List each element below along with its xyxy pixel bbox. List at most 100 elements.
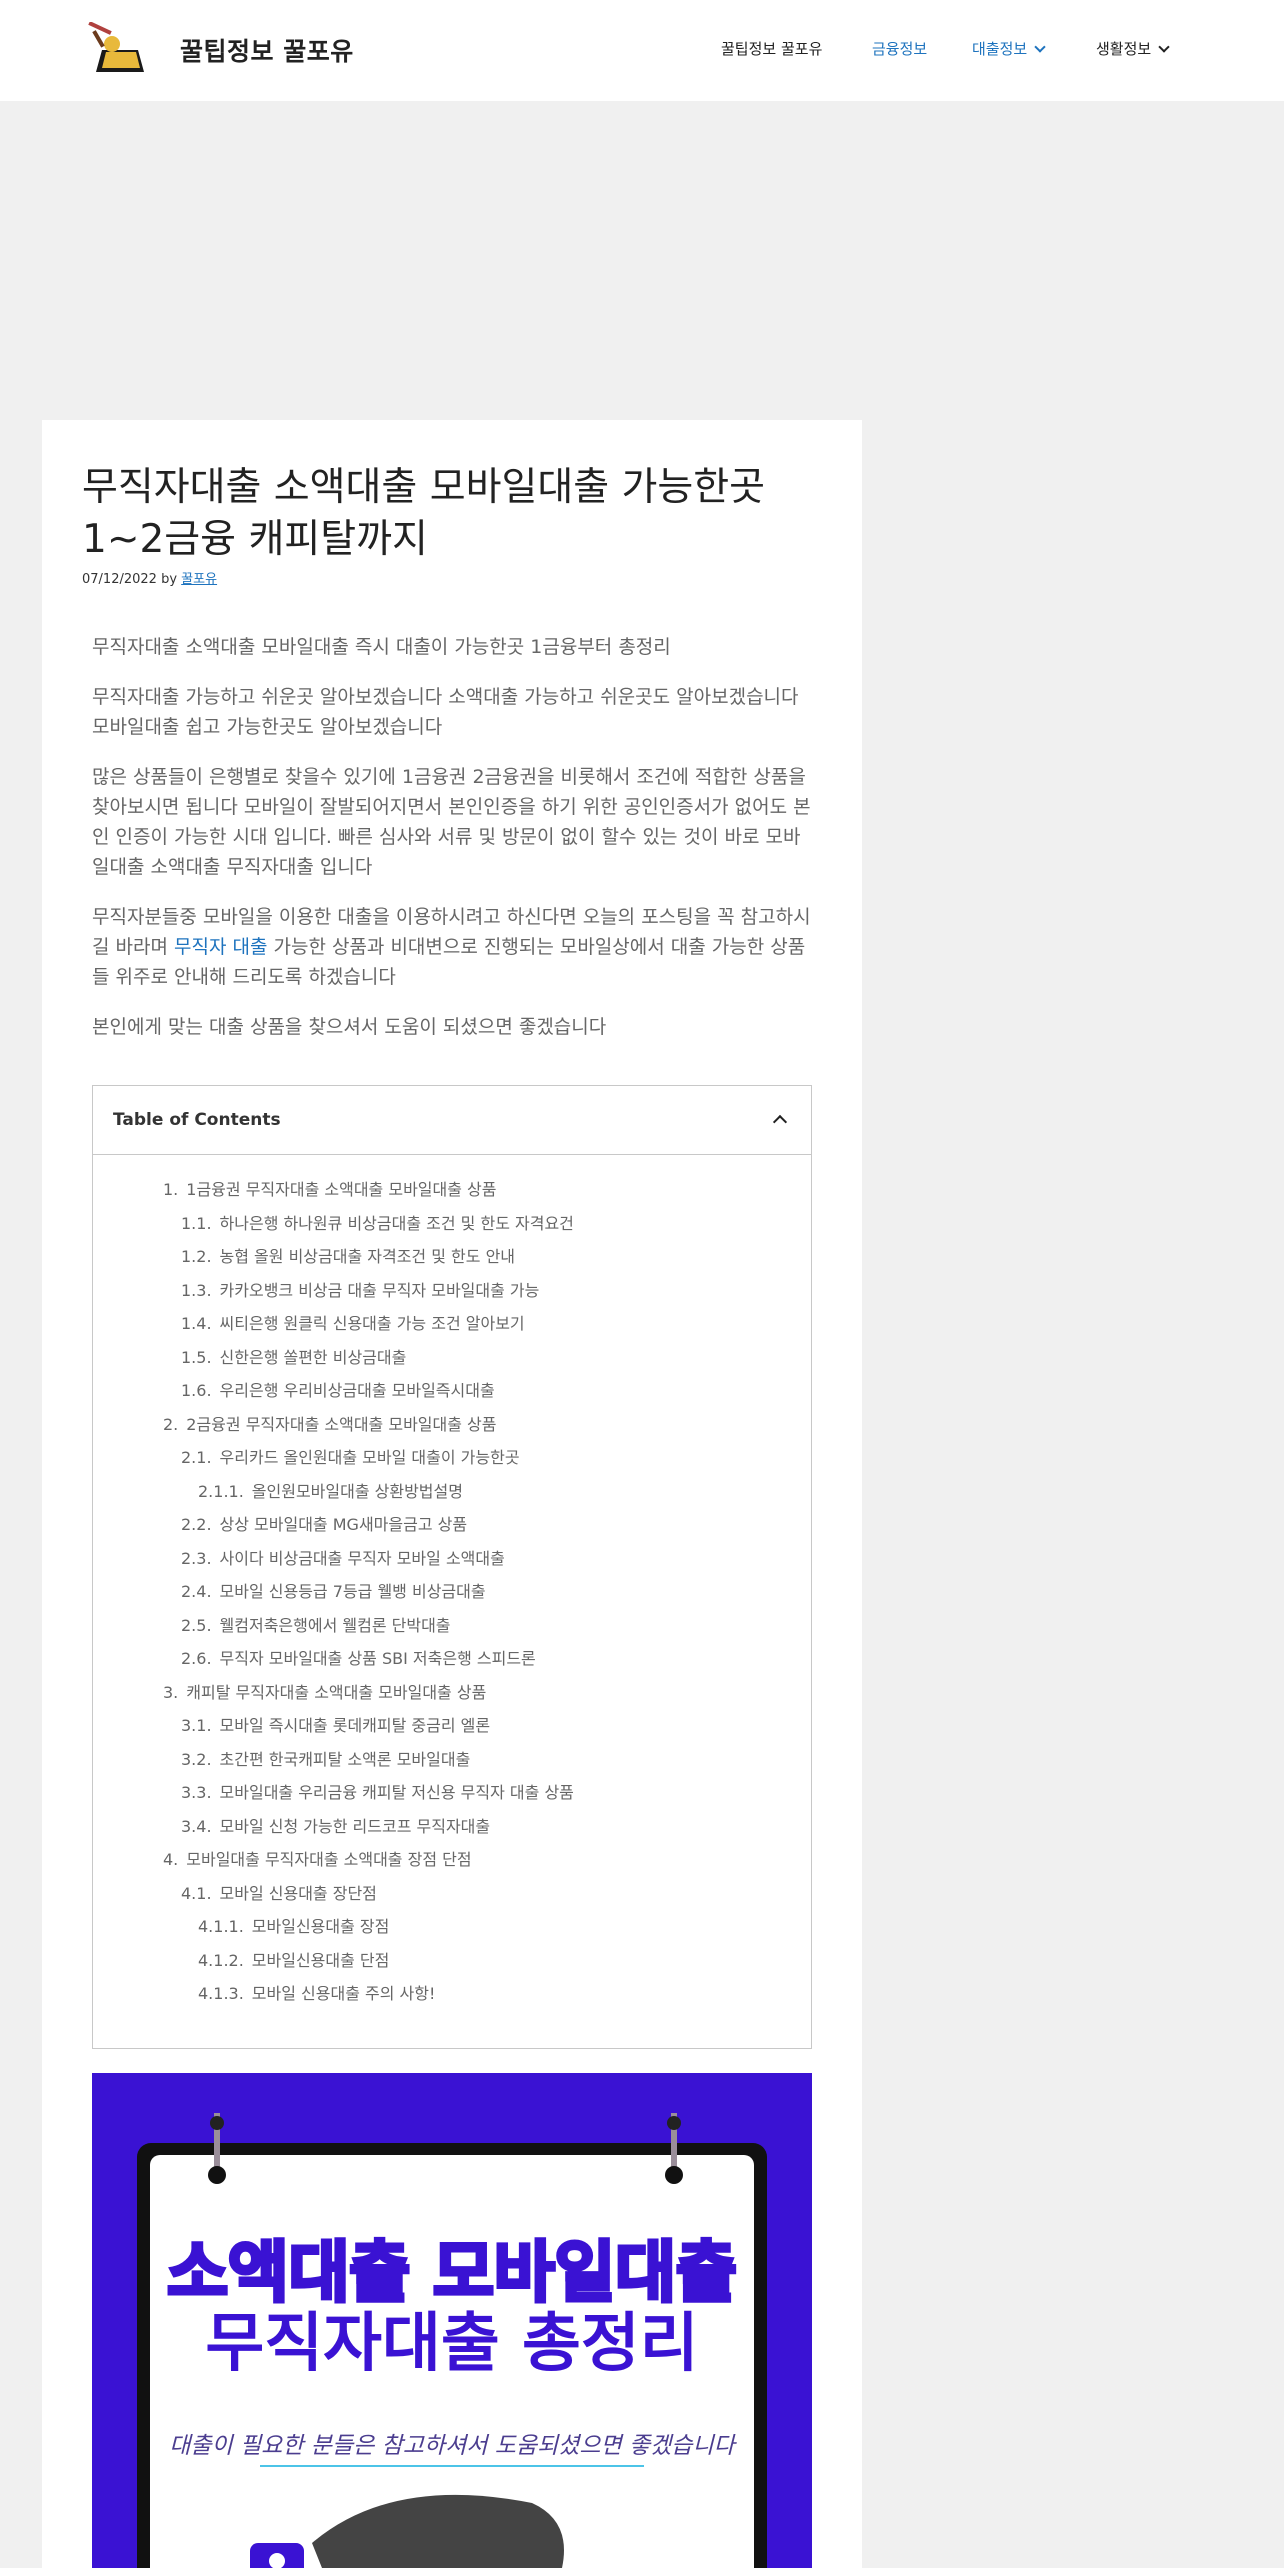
toc-item[interactable]: 2.1. 우리카드 올인원대출 모바일 대출이 가능한곳 bbox=[181, 1444, 520, 1468]
paragraph-5: 본인에게 맞는 대출 상품을 찾으셔서 도움이 되셨으면 좋겠습니다 bbox=[92, 1016, 607, 1038]
toc-item-number: 4.1.3. bbox=[198, 1984, 244, 2003]
toc-item-number: 2.5. bbox=[181, 1615, 212, 1635]
toc-item[interactable]: 2.4. 모바일 신용등급 7등급 웰뱅 비상금대출 bbox=[181, 1578, 486, 1602]
toc-item-number: 2.2. bbox=[181, 1515, 212, 1534]
toc-item-label: 모바일 즉시대출 롯데캐피탈 중금리 엘론 bbox=[219, 1716, 491, 1735]
nav-item-label: 대출정보 bbox=[972, 40, 1028, 58]
nav-item-label: 금융정보 bbox=[872, 40, 928, 58]
toc-item-number: 3. bbox=[163, 1682, 179, 1702]
loan-link[interactable]: 무직자 대출 bbox=[174, 936, 267, 958]
nav-item-life[interactable]: 생활정보 bbox=[1096, 38, 1170, 59]
toc-item[interactable]: 3.4. 모바일 신청 가능한 리드코프 무직자대출 bbox=[181, 1813, 490, 1837]
nav-item-finance[interactable]: 금융정보 bbox=[872, 38, 927, 59]
toc-item-label: 모바일 신용대출 장단점 bbox=[219, 1883, 377, 1903]
toc-item-number: 4.1. bbox=[181, 1883, 212, 1903]
toc-item-number: 3.2. bbox=[181, 1749, 212, 1769]
toc-item-number: 2.3. bbox=[181, 1548, 212, 1568]
toc-item[interactable]: 4.1. 모바일 신용대출 장단점 bbox=[181, 1880, 377, 1904]
toc-item-label: 모바일대출 우리금융 캐피탈 저신용 무직자 대출 상품 bbox=[219, 1783, 574, 1802]
article-title: 무직자대출 소액대출 모바일대출 가능한곳 1~2금융 캐피탈까지 bbox=[82, 465, 766, 562]
toc-item[interactable]: 2.3. 사이다 비상금대출 무직자 모바일 소액대출 bbox=[181, 1545, 505, 1569]
toc-item-label: 모바일 신용등급 7등급 웰뱅 비상금대출 bbox=[219, 1582, 486, 1601]
toc-header[interactable]: Table of Contents bbox=[93, 1086, 811, 1155]
toc-item[interactable]: 1.6. 우리은행 우리비상금대출 모바일즉시대출 bbox=[181, 1377, 495, 1401]
toc-item-number: 1.3. bbox=[181, 1280, 212, 1300]
toc-item-number: 2.6. bbox=[181, 1649, 212, 1668]
chevron-up-icon[interactable] bbox=[769, 1108, 791, 1130]
toc-item[interactable]: 3.2. 초간편 한국캐피탈 소액론 모바일대출 bbox=[181, 1746, 470, 1770]
toc-item[interactable]: 2. 2금융권 무직자대출 소액대출 모바일대출 상품 bbox=[163, 1411, 496, 1435]
author-link[interactable]: 꿀포유 bbox=[181, 572, 217, 587]
toc-item[interactable]: 3. 캐피탈 무직자대출 소액대출 모바일대출 상품 bbox=[163, 1679, 486, 1703]
featured-image: 소액대출 모바일대출 무직자대출 총정리 대출이 필요한 분들은 참고하셔서 도… bbox=[92, 2073, 812, 2568]
toc-item-label: 웰컴저축은행에서 웰컴론 단박대출 bbox=[219, 1615, 451, 1635]
toc-item-number: 1.2. bbox=[181, 1247, 212, 1266]
toc-item-label: 상상 모바일대출 MG새마을금고 상품 bbox=[219, 1515, 468, 1534]
toc-item[interactable]: 1. 1금융권 무직자대출 소액대출 모바일대출 상품 bbox=[163, 1176, 496, 1200]
toc-item-label: 모바일신용대출 장점 bbox=[251, 1917, 390, 1936]
toc-item-label: 캐피탈 무직자대출 소액대출 모바일대출 상품 bbox=[186, 1682, 487, 1702]
toc-item-label: 사이다 비상금대출 무직자 모바일 소액대출 bbox=[219, 1548, 505, 1568]
paragraph-4: 무직자분들중 모바일을 이용한 대출을 이용하시려고 하신다면 오늘의 포스팅을… bbox=[92, 902, 812, 992]
paragraph-1: 무직자대출 소액대출 모바일대출 즉시 대출이 가능한곳 1금융부터 총정리 bbox=[92, 636, 671, 658]
post-by: by bbox=[161, 572, 178, 587]
toc-item[interactable]: 2.1.1. 올인원모바일대출 상환방법설명 bbox=[198, 1478, 463, 1502]
toc-item-number: 4.1.1. bbox=[198, 1917, 244, 1936]
nav-item-label: 생활정보 bbox=[1096, 40, 1152, 58]
chevron-down-icon[interactable] bbox=[1158, 41, 1170, 53]
toc-item-number: 1. bbox=[163, 1180, 179, 1199]
chevron-down-icon[interactable] bbox=[1034, 41, 1046, 53]
toc-item[interactable]: 2.5. 웰컴저축은행에서 웰컴론 단박대출 bbox=[181, 1612, 451, 1636]
paragraph-2: 무직자대출 가능하고 쉬운곳 알아보겠습니다 소액대출 가능하고 쉬운곳도 알아… bbox=[92, 686, 799, 738]
nav-item-loan[interactable]: 대출정보 bbox=[972, 38, 1046, 59]
toc-item-number: 2.1. bbox=[181, 1448, 212, 1467]
nav-item-label: 꿀팁정보 꿀포유 bbox=[721, 40, 823, 58]
toc-item-label: 카카오뱅크 비상금 대출 무직자 모바일대출 가능 bbox=[219, 1280, 540, 1300]
toc-item-label: 모바일신용대출 단점 bbox=[251, 1950, 390, 1970]
featured-line-1: 소액대출 모바일대출 bbox=[167, 2234, 736, 2311]
toc-item[interactable]: 3.3. 모바일대출 우리금융 캐피탈 저신용 무직자 대출 상품 bbox=[181, 1779, 574, 1803]
toc-item-number: 2. bbox=[163, 1414, 179, 1434]
toc-item[interactable]: 1.3. 카카오뱅크 비상금 대출 무직자 모바일대출 가능 bbox=[181, 1277, 539, 1301]
toc-item-number: 3.4. bbox=[181, 1816, 212, 1836]
logo-icon[interactable] bbox=[86, 21, 150, 78]
featured-image-graphic: 소액대출 모바일대출 무직자대출 총정리 대출이 필요한 분들은 참고하셔서 도… bbox=[92, 2073, 812, 2568]
featured-line-3: 대출이 필요한 분들은 참고하셔서 도움되셨으면 좋겠습니다 bbox=[169, 2433, 737, 2459]
toc-item-number: 3.3. bbox=[181, 1783, 212, 1802]
toc-item[interactable]: 1.5. 신한은행 쏠편한 비상금대출 bbox=[181, 1344, 406, 1368]
toc-item[interactable]: 4.1.2. 모바일신용대출 단점 bbox=[198, 1947, 389, 1971]
toc-item-number: 1.6. bbox=[181, 1381, 212, 1400]
toc-item[interactable]: 3.1. 모바일 즉시대출 롯데캐피탈 중금리 엘론 bbox=[181, 1712, 490, 1736]
toc-item-label: 하나은행 하나원큐 비상금대출 조건 및 한도 자격요건 bbox=[219, 1213, 574, 1233]
toc-item-label: 초간편 한국캐피탈 소액론 모바일대출 bbox=[219, 1749, 471, 1769]
toc-item[interactable]: 1.4. 씨티은행 원클릭 신용대출 가능 조건 알아보기 bbox=[181, 1310, 525, 1334]
toc-item[interactable]: 4.1.3. 모바일 신용대출 주의 사항! bbox=[198, 1980, 435, 2004]
toc-item-label: 신한은행 쏠편한 비상금대출 bbox=[219, 1347, 407, 1367]
toc-item[interactable]: 2.6. 무직자 모바일대출 상품 SBI 저축은행 스피드론 bbox=[181, 1645, 536, 1669]
toc-item-label: 모바일 신청 가능한 리드코프 무직자대출 bbox=[219, 1816, 491, 1836]
toc-item-number: 2.1.1. bbox=[198, 1481, 244, 1501]
site-header: 꿀팁정보 꿀포유 꿀팁정보 꿀포유 금융정보 대출정보 생활정보 bbox=[0, 0, 1284, 101]
toc-item-label: 우리카드 올인원대출 모바일 대출이 가능한곳 bbox=[219, 1448, 520, 1467]
toc-item[interactable]: 1.1. 하나은행 하나원큐 비상금대출 조건 및 한도 자격요건 bbox=[181, 1210, 574, 1234]
toc-item-number: 4. bbox=[163, 1850, 179, 1869]
toc-item-number: 1.5. bbox=[181, 1347, 212, 1367]
toc-item[interactable]: 4.1.1. 모바일신용대출 장점 bbox=[198, 1913, 389, 1937]
site-title[interactable]: 꿀팁정보 꿀포유 bbox=[180, 32, 354, 68]
toc-item-number: 1.1. bbox=[181, 1213, 212, 1233]
toc-item-number: 4.1.2. bbox=[198, 1950, 244, 1970]
toc-item[interactable]: 2.2. 상상 모바일대출 MG새마을금고 상품 bbox=[181, 1511, 467, 1535]
paragraph-3: 많은 상품들이 은행별로 찾을수 있기에 1금융권 2금융권을 비롯해서 조건에… bbox=[92, 766, 811, 878]
toc-item[interactable]: 4. 모바일대출 무직자대출 소액대출 장점 단점 bbox=[163, 1846, 472, 1870]
toc-item-label: 농협 올원 비상금대출 자격조건 및 한도 안내 bbox=[219, 1247, 516, 1266]
toc-item-number: 3.1. bbox=[181, 1716, 212, 1735]
toc-item-label: 모바일 신용대출 주의 사항! bbox=[251, 1984, 436, 2003]
toc-item-label: 씨티은행 원클릭 신용대출 가능 조건 알아보기 bbox=[219, 1314, 525, 1333]
toc-item-label: 무직자 모바일대출 상품 SBI 저축은행 스피드론 bbox=[219, 1649, 536, 1668]
toc-item[interactable]: 1.2. 농협 올원 비상금대출 자격조건 및 한도 안내 bbox=[181, 1243, 515, 1267]
toc-item-label: 1금융권 무직자대출 소액대출 모바일대출 상품 bbox=[186, 1180, 497, 1199]
toc-item-label: 우리은행 우리비상금대출 모바일즉시대출 bbox=[219, 1381, 495, 1400]
table-of-contents: Table of Contents 1. 1금융권 무직자대출 소액대출 모바일대… bbox=[92, 1085, 812, 2049]
featured-line-2: 무직자대출 총정리 bbox=[205, 2307, 698, 2381]
nav-item-home[interactable]: 꿀팁정보 꿀포유 bbox=[721, 38, 822, 59]
